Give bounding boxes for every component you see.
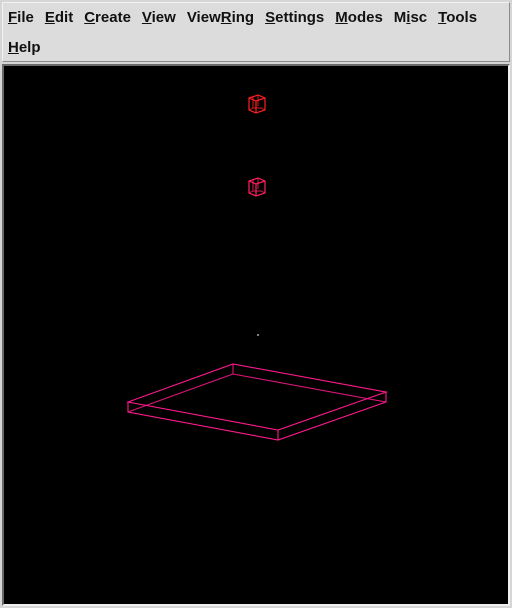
wire-cube-middle [248, 177, 266, 197]
wire-slab [125, 363, 389, 441]
menu-view[interactable]: View [137, 3, 182, 33]
menu-create[interactable]: Create [79, 3, 137, 33]
menu-bar: File Edit Create View ViewRing Settings … [2, 2, 510, 62]
menu-settings[interactable]: Settings [260, 3, 330, 33]
menu-row-2: Help [3, 33, 47, 63]
menu-edit[interactable]: Edit [40, 3, 79, 33]
menu-help[interactable]: Help [3, 33, 47, 63]
menu-tools[interactable]: Tools [433, 3, 483, 33]
menu-viewring[interactable]: ViewRing [182, 3, 260, 33]
app-window: File Edit Create View ViewRing Settings … [0, 0, 512, 608]
menu-misc[interactable]: Misc [389, 3, 433, 33]
menu-modes[interactable]: Modes [330, 3, 389, 33]
wire-cube-top [248, 94, 266, 114]
menu-row-1: File Edit Create View ViewRing Settings … [3, 3, 483, 33]
origin-marker [257, 334, 259, 336]
3d-viewport[interactable] [2, 64, 510, 606]
menu-file[interactable]: File [3, 3, 40, 33]
scene-canvas [125, 94, 389, 441]
